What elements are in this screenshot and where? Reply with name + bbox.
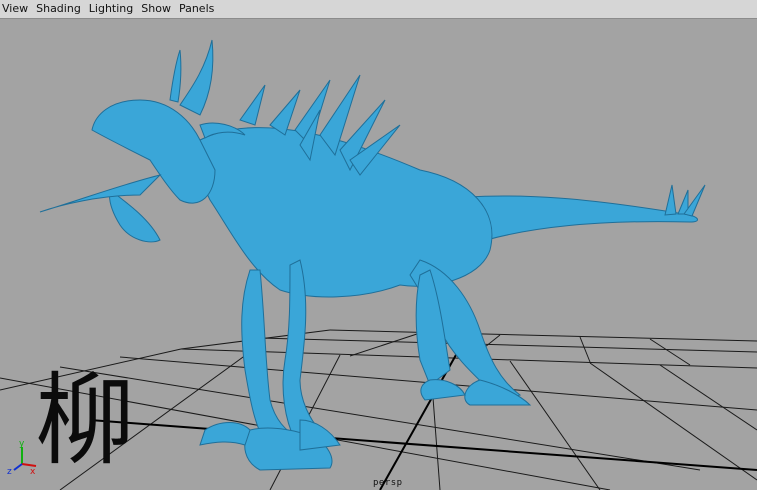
axis-x-label: x [30, 467, 36, 477]
menu-show[interactable]: Show [138, 0, 176, 18]
menu-lighting[interactable]: Lighting [86, 0, 138, 18]
axis-x-line [21, 463, 37, 467]
creature-model[interactable] [39, 39, 706, 471]
menu-shading[interactable]: Shading [33, 0, 86, 18]
camera-label: persp [373, 478, 403, 488]
watermark-calligraphy: 柳 [35, 362, 135, 479]
axis-gizmo: y x z [7, 439, 37, 477]
perspective-viewport[interactable]: 柳 y x z persp [0, 19, 757, 490]
menu-view[interactable]: View [0, 0, 33, 18]
axis-y-label: y [19, 439, 25, 449]
viewport-menubar: View Shading Lighting Show Panels [0, 0, 757, 19]
viewport-canvas: 柳 y x z [0, 39, 757, 490]
axis-z-line [13, 463, 23, 471]
axis-z-label: z [7, 467, 12, 477]
menu-panels[interactable]: Panels [176, 0, 219, 18]
